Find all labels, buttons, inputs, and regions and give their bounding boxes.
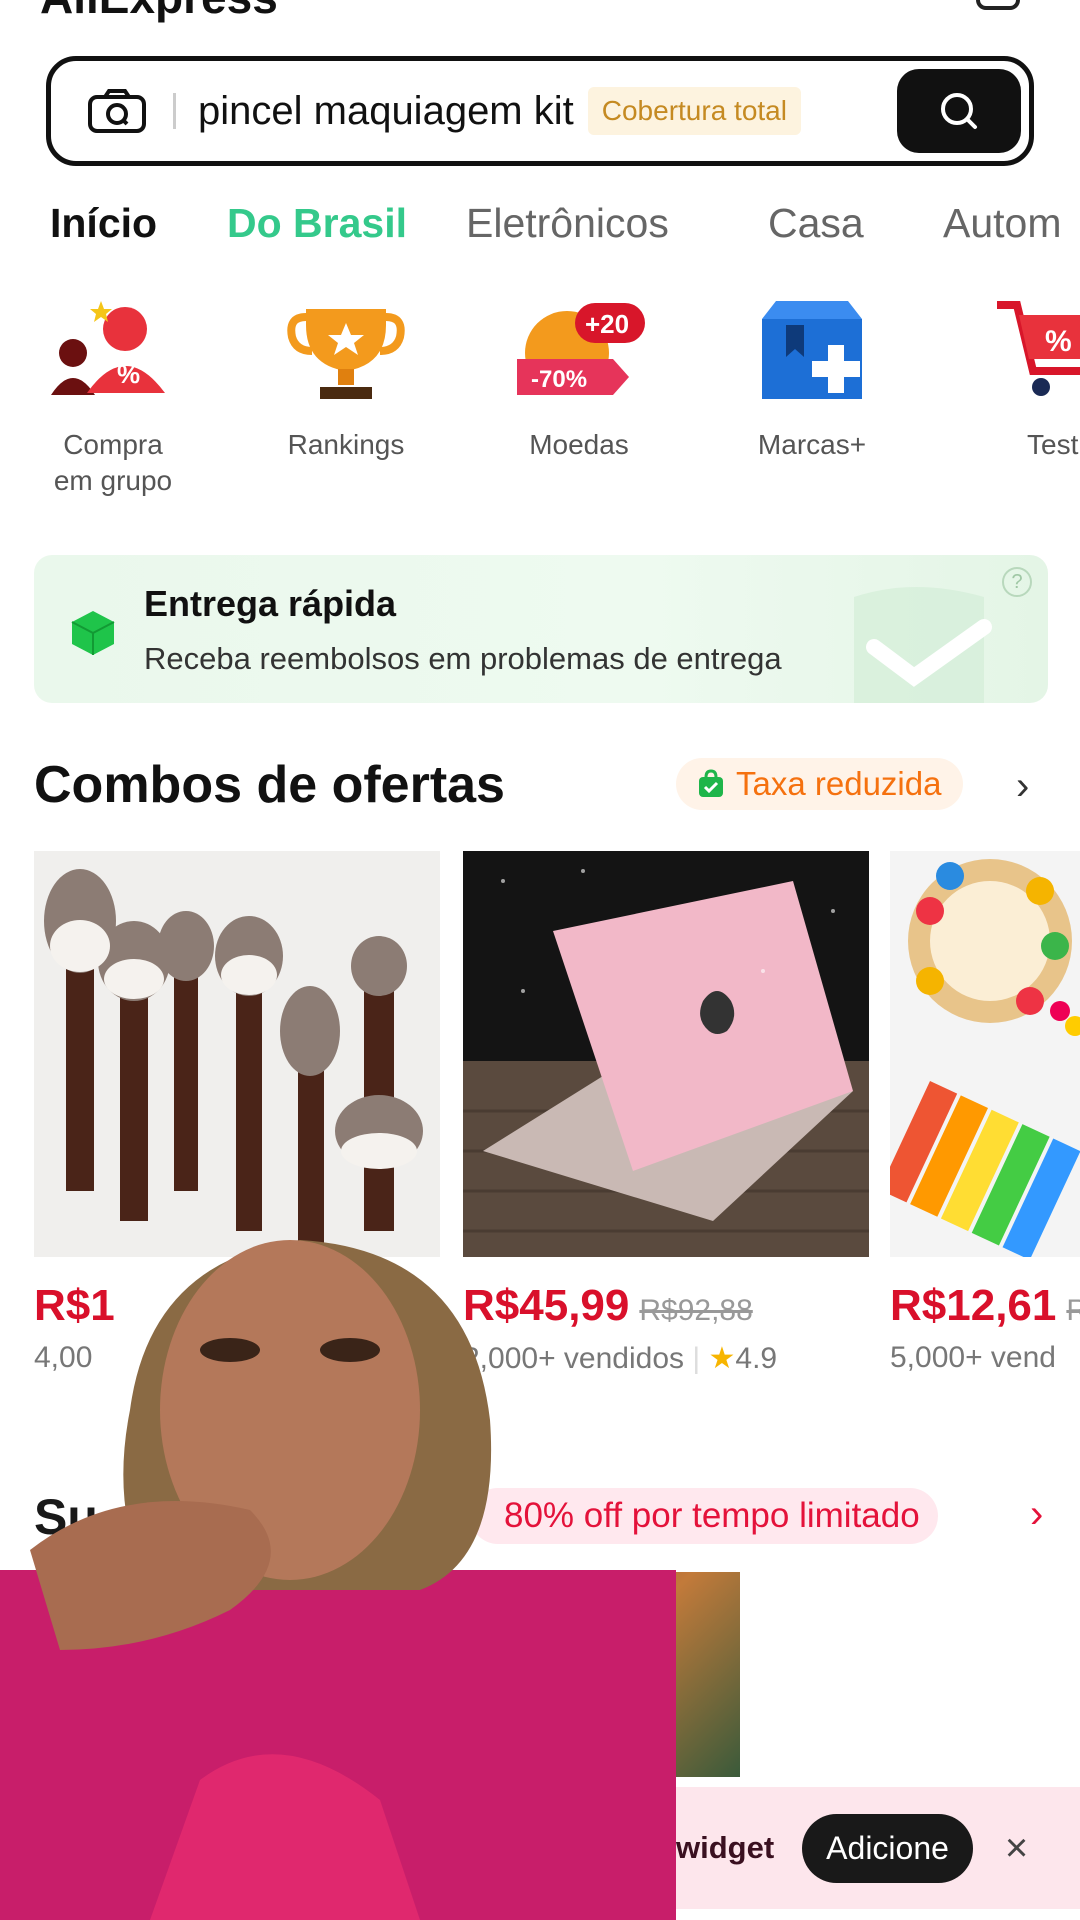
tab-autom[interactable]: Autom: [943, 200, 1062, 247]
category-brands[interactable]: Marcas+: [712, 295, 912, 463]
category-test[interactable]: % Test: [945, 295, 1080, 463]
product-card[interactable]: R$12,61 R 5,000+ vend: [890, 851, 1080, 1375]
search-separator: [173, 93, 176, 129]
chevron-right-icon[interactable]: ›: [1016, 764, 1029, 809]
category-label: Moedas: [529, 429, 629, 460]
brands-box-icon: [752, 295, 872, 405]
star-icon: ★: [708, 1342, 736, 1375]
coins-icon: +20 -70%: [517, 295, 645, 405]
tab-do-brasil[interactable]: Do Brasil: [227, 200, 407, 247]
check-shield-watermark-icon: [854, 587, 992, 703]
add-widget-button[interactable]: Adicione: [802, 1813, 973, 1883]
cart-icon: %: [993, 295, 1080, 405]
category-group-buy[interactable]: % Compra em grupo: [13, 295, 213, 499]
video-overlay-person: [0, 1180, 676, 1920]
fast-delivery-banner[interactable]: Entrega rápida Receba reembolsos em prob…: [34, 555, 1048, 703]
category-coins[interactable]: +20 -70% Moedas: [479, 295, 679, 463]
search-input[interactable]: pincel maquiagem kit: [198, 89, 574, 134]
reduced-fee-label: Taxa reduzida: [736, 765, 942, 802]
add-widget-bar: widget Adicione ×: [676, 1787, 1080, 1909]
app-screen: AliExpress pincel maquiagem kit Cobertur…: [0, 0, 1080, 1920]
search-button[interactable]: [897, 69, 1021, 153]
reduced-fee-badge[interactable]: Taxa reduzida: [676, 758, 964, 810]
tab-casa[interactable]: Casa: [768, 200, 864, 247]
product-rating: 4.9: [735, 1342, 778, 1375]
category-label: Rankings: [287, 429, 405, 460]
category-label: Test: [1027, 429, 1079, 460]
coins-badge-top: +20: [585, 309, 629, 339]
search-icon: [941, 93, 977, 129]
search-chip[interactable]: Cobertura total: [587, 87, 801, 135]
top-right-icon[interactable]: [976, 0, 1020, 10]
app-logo: AliExpress: [40, 0, 278, 24]
trophy-icon: [286, 295, 406, 405]
close-icon[interactable]: ×: [1005, 1826, 1028, 1871]
bag-check-icon: [699, 769, 723, 797]
product-sold: 5,000+ vend: [890, 1341, 1056, 1374]
group-buy-icon: %: [51, 295, 173, 405]
chevron-right-icon[interactable]: ›: [1030, 1492, 1043, 1537]
tab-inicio[interactable]: Início: [50, 200, 157, 247]
camera-search-icon[interactable]: [87, 88, 147, 134]
delivery-subtitle: Receba reembolsos em problemas de entreg…: [144, 641, 782, 676]
category-label: Compra em grupo: [53, 429, 173, 496]
svg-text:%: %: [117, 359, 140, 389]
product-old-price: R: [1066, 1294, 1080, 1327]
delivery-title: Entrega rápida: [144, 583, 397, 624]
category-label: Marcas+: [757, 429, 867, 460]
widget-label: widget: [676, 1830, 775, 1865]
product-price: R$12,61: [890, 1281, 1057, 1330]
product-image-toys: [890, 851, 1080, 1257]
svg-text:%: %: [1045, 325, 1072, 358]
package-icon: [71, 611, 115, 655]
combos-title: Combos de ofertas: [34, 756, 505, 814]
coins-badge-bottom: -70%: [531, 366, 587, 393]
search-bar[interactable]: pincel maquiagem kit Cobertura total: [46, 56, 1034, 166]
category-rankings[interactable]: Rankings: [246, 295, 446, 463]
tab-eletronicos[interactable]: Eletrônicos: [466, 200, 669, 247]
